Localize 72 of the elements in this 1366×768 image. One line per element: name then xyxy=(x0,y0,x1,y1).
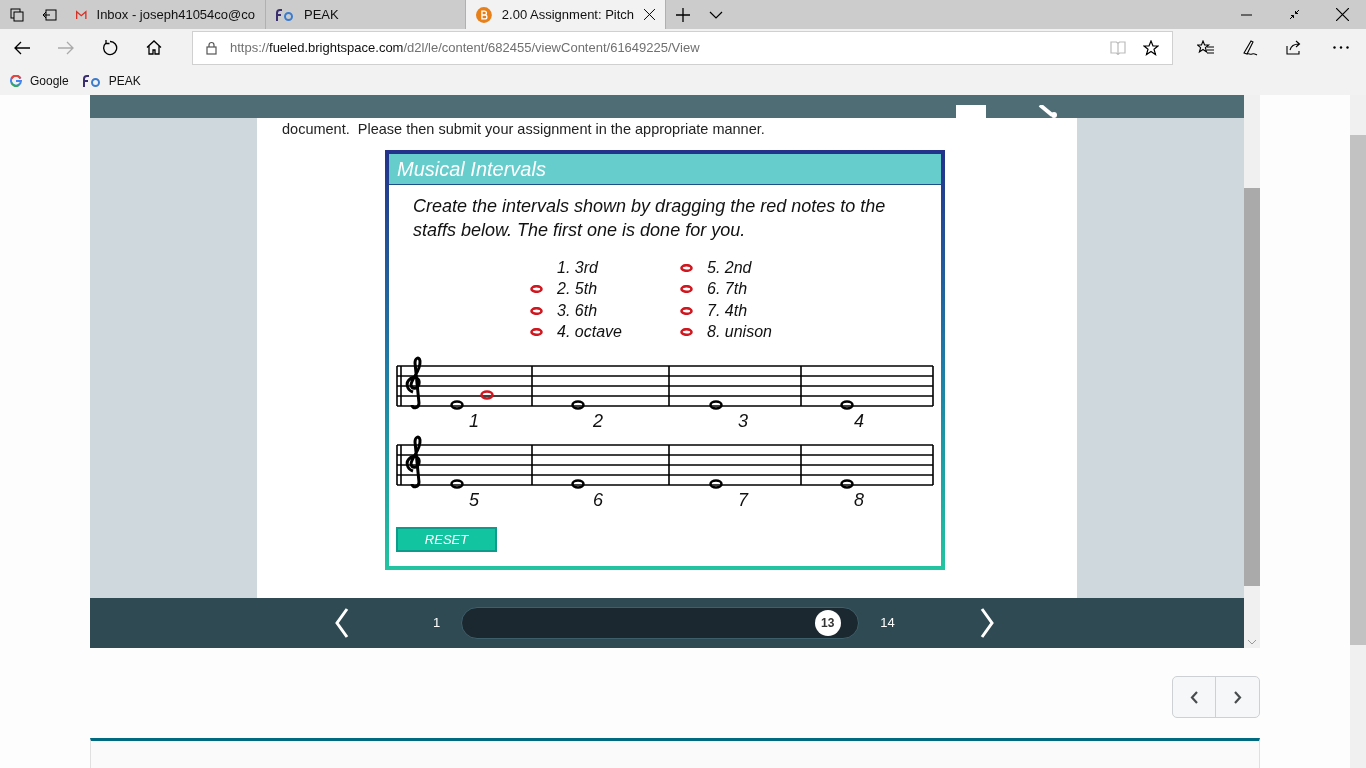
interval-label: 2. 5th xyxy=(557,279,598,300)
page-slider-thumb[interactable]: 13 xyxy=(814,610,841,636)
favorite-link[interactable]: Google xyxy=(10,71,69,90)
first-page-number: 1 xyxy=(433,614,441,633)
note-icon[interactable] xyxy=(529,285,543,294)
note-icon[interactable] xyxy=(679,263,693,272)
lock-icon xyxy=(206,40,217,55)
note-icon[interactable] xyxy=(679,285,693,294)
new-tab-icon[interactable] xyxy=(675,7,690,22)
fe-logo-icon xyxy=(82,74,101,87)
whole-note xyxy=(450,479,464,489)
chevron-down-icon[interactable] xyxy=(708,10,723,19)
note-icon[interactable] xyxy=(679,328,693,337)
b-logo-icon xyxy=(476,6,492,23)
instructions-text: document. Please then submit your assignment in the appropriate manner. xyxy=(282,120,765,138)
measure-number: 8 xyxy=(854,490,864,510)
interval-label: 8. unison xyxy=(707,322,772,343)
whole-note xyxy=(709,400,723,410)
fe-logo-icon xyxy=(276,8,294,21)
close-tab-icon[interactable] xyxy=(644,9,655,20)
mail-icon xyxy=(76,8,87,21)
last-page-number: 14 xyxy=(880,614,895,633)
interval-label: 4. octave xyxy=(557,322,622,343)
whole-note xyxy=(840,400,854,410)
share-icon[interactable] xyxy=(1286,40,1302,56)
placed-whole-note[interactable] xyxy=(480,390,494,400)
chevron-left-icon xyxy=(1190,690,1198,704)
measure-number: 3 xyxy=(738,411,748,431)
measure-number: 7 xyxy=(738,490,748,510)
note-icon[interactable] xyxy=(679,306,693,315)
interval-label: 1. 3rd xyxy=(557,257,598,278)
chevron-right-icon xyxy=(1233,690,1242,704)
set-aside-tabs-icon[interactable] xyxy=(42,8,57,21)
next-page-icon[interactable] xyxy=(979,608,994,638)
star-icon[interactable] xyxy=(1143,39,1159,56)
whole-note xyxy=(709,479,723,489)
interval-label: 7. 4th xyxy=(707,300,748,321)
treble-clef-icon xyxy=(405,357,422,410)
measure-number: 1 xyxy=(469,411,479,431)
activity-instructions: Create the intervals shown by dragging the red notes to the staffs below. The first one is done for you. xyxy=(413,195,887,242)
measure-number: 6 xyxy=(593,490,603,510)
interval-label: 6. 7th xyxy=(707,279,748,300)
whole-note xyxy=(571,479,585,489)
interval-label: 3. 6th xyxy=(557,300,598,321)
note-icon[interactable] xyxy=(529,306,543,315)
minimize-icon[interactable] xyxy=(1240,13,1252,16)
back-icon[interactable] xyxy=(14,40,30,55)
restore-icon[interactable] xyxy=(1288,9,1300,20)
measure-number: 2 xyxy=(593,411,603,431)
tabs-icon[interactable] xyxy=(9,7,24,22)
favorite-link[interactable]: PEAK xyxy=(82,71,141,90)
close-icon[interactable] xyxy=(1335,8,1349,21)
google-g-icon xyxy=(10,74,22,87)
interval-label: 5. 2nd xyxy=(707,257,752,278)
refresh-icon[interactable] xyxy=(102,39,118,56)
more-icon[interactable] xyxy=(1333,46,1349,50)
home-icon[interactable] xyxy=(146,40,162,56)
whole-note xyxy=(450,400,464,410)
note-icon[interactable] xyxy=(529,328,543,337)
url-text: https://fueled.brightspace.com/d2l/le/content/682455/viewContent/61649225/View xyxy=(230,39,700,58)
pen-icon[interactable] xyxy=(1242,39,1258,56)
page-slider-track[interactable]: 13 xyxy=(461,607,860,639)
previous-page-icon[interactable] xyxy=(335,608,349,638)
measure-number: 5 xyxy=(469,490,479,510)
address-bar[interactable]: https://fueled.brightspace.com/d2l/le/content/682455/viewContent/61649225/View xyxy=(192,30,1173,65)
measure-number: 4 xyxy=(854,411,864,431)
treble-clef-icon xyxy=(405,436,422,489)
whole-note xyxy=(840,479,854,489)
activity-title: Musical Intervals xyxy=(397,157,546,182)
favorites-icon[interactable] xyxy=(1197,39,1215,56)
browser-tab[interactable]: 2.00 Assignment: Pitch xyxy=(466,0,666,30)
whole-note xyxy=(571,400,585,410)
